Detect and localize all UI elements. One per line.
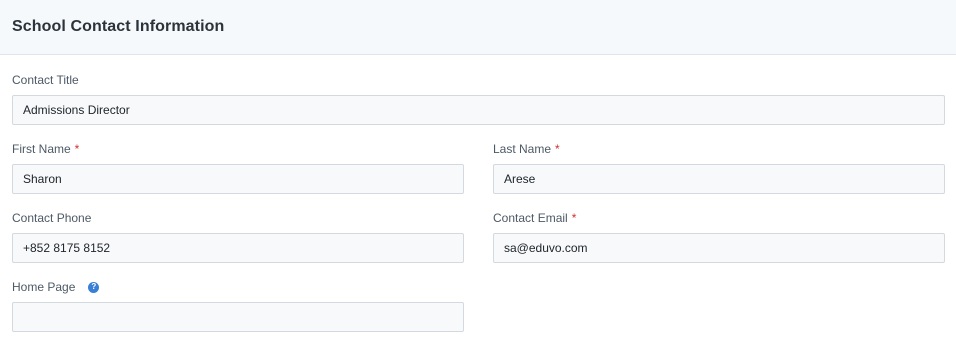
first-name-label-text: First Name	[12, 142, 71, 156]
panel-header: School Contact Information	[0, 0, 956, 55]
contact-email-label: Contact Email *	[493, 210, 576, 226]
contact-title-input[interactable]	[12, 95, 945, 125]
required-asterisk: *	[555, 142, 560, 156]
required-asterisk: *	[571, 211, 577, 225]
home-page-label-text: Home Page	[12, 280, 76, 294]
required-asterisk: *	[74, 142, 80, 156]
home-page-label: Home Page ?	[12, 279, 100, 295]
contact-phone-input[interactable]	[12, 233, 464, 263]
contact-title-label: Contact Title	[12, 72, 79, 88]
first-name-input[interactable]	[12, 164, 464, 194]
contact-phone-label-text: Contact Phone	[12, 211, 92, 225]
first-name-label: First Name *	[12, 141, 79, 157]
last-name-input[interactable]	[493, 164, 945, 194]
last-name-field: Last Name *	[493, 141, 945, 194]
home-page-field: Home Page ?	[12, 279, 464, 332]
first-name-field: First Name *	[12, 141, 464, 194]
contact-email-label-text: Contact Email	[493, 211, 568, 225]
contact-title-label-text: Contact Title	[12, 73, 79, 87]
contact-email-input[interactable]	[493, 233, 945, 263]
last-name-label-text: Last Name	[493, 142, 552, 156]
contact-phone-field: Contact Phone	[12, 210, 464, 263]
panel-title: School Contact Information	[12, 18, 225, 35]
last-name-label: Last Name *	[493, 141, 560, 157]
contact-title-field: Contact Title	[12, 72, 945, 125]
home-page-input[interactable]	[12, 302, 464, 332]
contact-email-field: Contact Email *	[493, 210, 945, 263]
question-circle-icon[interactable]: ?	[88, 281, 100, 293]
school-contact-panel: School Contact Information Contact Title…	[0, 0, 956, 339]
contact-phone-label: Contact Phone	[12, 210, 91, 226]
